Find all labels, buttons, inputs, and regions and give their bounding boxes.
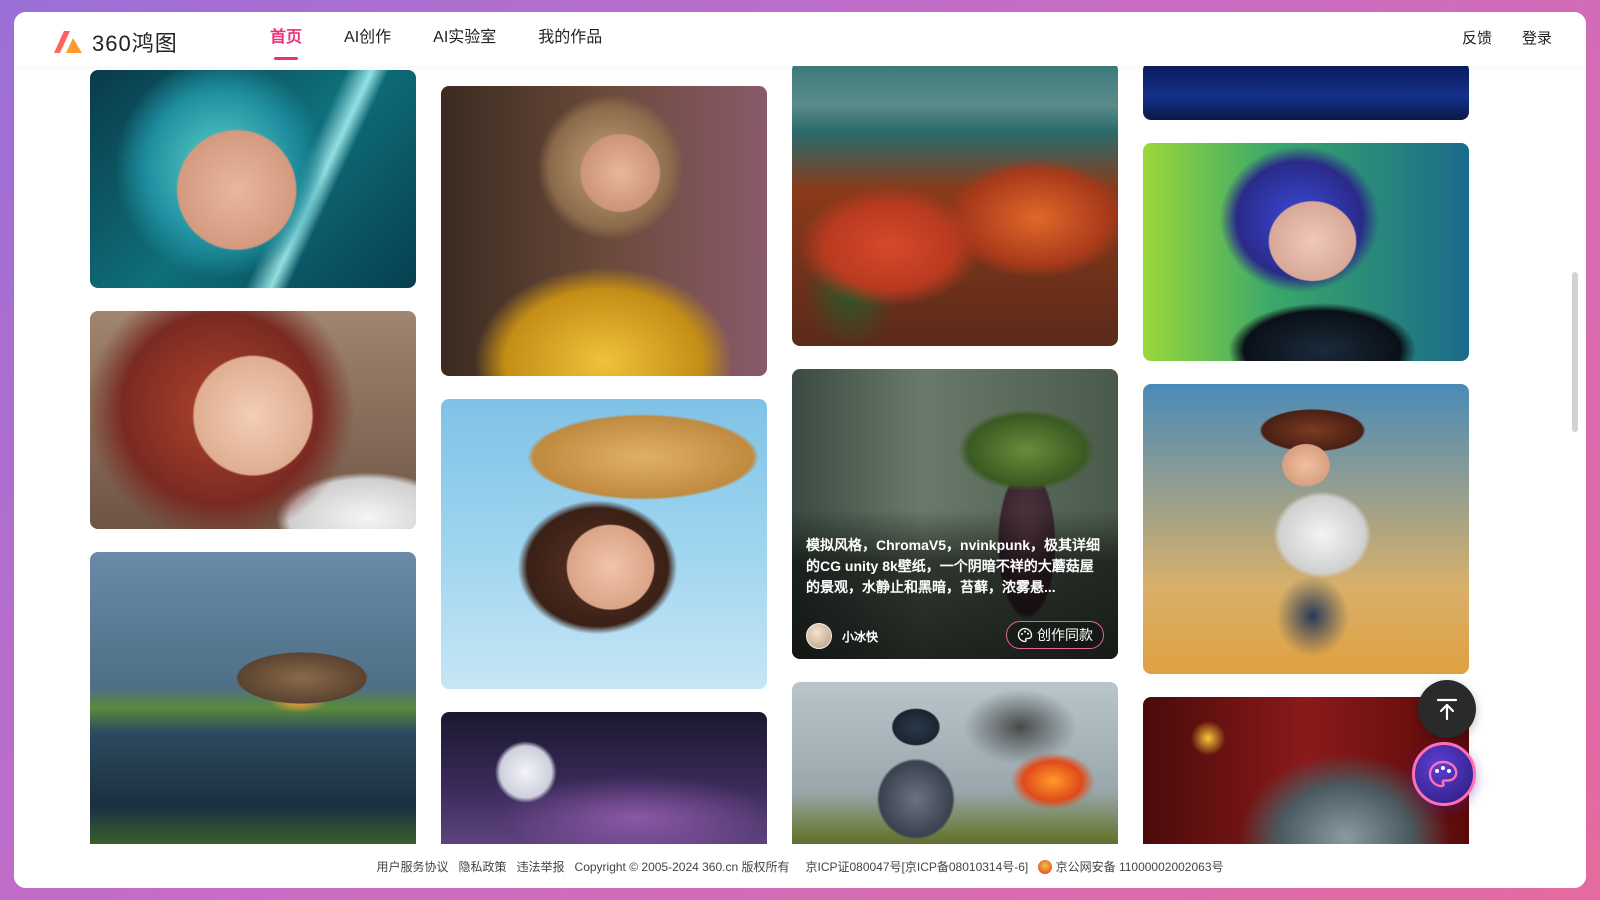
feedback-link[interactable]: 反馈 xyxy=(1462,12,1492,66)
gallery-card-mushroom-house[interactable]: 模拟风格，ChromaV5，nvinkpunk，极其详细的CG unity 8k… xyxy=(792,369,1118,659)
gallery-card-moon-night[interactable] xyxy=(441,712,767,844)
gallery-card-hut-pond[interactable] xyxy=(90,552,416,844)
back-to-top-button[interactable] xyxy=(1418,680,1476,738)
create-same-button[interactable]: 创作同款 xyxy=(1006,621,1104,649)
app-window: 360鸿图 首页 AI创作 AI实验室 我的作品 反馈 登录 模拟风格，Chro… xyxy=(14,12,1586,888)
create-same-label: 创作同款 xyxy=(1037,627,1093,643)
main-nav: 首页 AI创作 AI实验室 我的作品 xyxy=(270,12,644,66)
moon-night-image xyxy=(441,712,767,844)
arrow-up-icon xyxy=(1436,698,1458,721)
top-header: 360鸿图 首页 AI创作 AI实验室 我的作品 反馈 登录 xyxy=(14,12,1586,66)
hut-pond-image xyxy=(90,552,416,844)
astronaut-image xyxy=(792,682,1118,844)
cowgirl-image xyxy=(1143,384,1469,674)
nav-ai-lab[interactable]: AI实验室 xyxy=(433,12,496,66)
gallery-card-cowgirl[interactable] xyxy=(1143,384,1469,674)
autumn-forest-image xyxy=(792,66,1118,346)
police-badge-icon xyxy=(1038,860,1053,875)
brand-logo[interactable]: 360鸿图 xyxy=(52,26,178,58)
footer-copyright: Copyright © 2005-2024 360.cn 版权所有 xyxy=(574,859,790,874)
footer-link-privacy[interactable]: 隐私政策 xyxy=(459,858,507,875)
gallery-card-golden-dress[interactable] xyxy=(441,86,767,376)
author-name: 小冰快 xyxy=(842,629,879,644)
footer-icp[interactable]: 京ICP证080047号[京ICP备08010314号-6] xyxy=(805,858,1028,875)
redhair-girl-image xyxy=(90,311,416,529)
image-gallery: 模拟风格，ChromaV5，nvinkpunk，极其详细的CG unity 8k… xyxy=(14,66,1586,844)
gallery-card-blue-sky[interactable] xyxy=(1143,66,1469,120)
logo-mark-icon xyxy=(54,31,82,53)
nav-home[interactable]: 首页 xyxy=(270,12,302,66)
author-avatar xyxy=(806,623,832,649)
gallery-card-autumn-forest[interactable] xyxy=(792,66,1118,346)
footer-link-report[interactable]: 违法举报 xyxy=(517,858,565,875)
page-scrollbar[interactable] xyxy=(1572,72,1580,832)
ai-assistant-button[interactable] xyxy=(1412,742,1476,806)
gallery-card-bluehair-girl[interactable] xyxy=(1143,143,1469,361)
bluehair-girl-image xyxy=(1143,143,1469,361)
login-link[interactable]: 登录 xyxy=(1522,12,1552,66)
brand-name: 360鸿图 xyxy=(92,31,178,56)
straw-hat-image xyxy=(441,399,767,689)
scroll-thumb[interactable] xyxy=(1572,272,1578,432)
gallery-card-redhair-girl[interactable] xyxy=(90,311,416,529)
footer-police-text: 京公网安备 11000002002063号 xyxy=(1055,859,1224,874)
gallery-card-teal-girl[interactable] xyxy=(90,70,416,288)
teal-girl-image xyxy=(90,70,416,288)
header-actions: 反馈 登录 xyxy=(1462,12,1552,66)
nav-my-works[interactable]: 我的作品 xyxy=(538,12,602,66)
palette-icon xyxy=(1428,760,1458,788)
author-info: 小冰快 xyxy=(806,623,878,649)
gallery-card-straw-hat[interactable] xyxy=(441,399,767,689)
nav-ai-create[interactable]: AI创作 xyxy=(344,12,391,66)
page-footer: 用户服务协议 隐私政策 违法举报 Copyright © 2005-2024 3… xyxy=(14,844,1586,888)
footer-police[interactable]: 京公网安备 11000002002063号 xyxy=(1038,858,1224,875)
palette-icon xyxy=(1017,627,1033,643)
card-hover-overlay: 模拟风格，ChromaV5，nvinkpunk，极其详细的CG unity 8k… xyxy=(792,509,1118,659)
golden-dress-image xyxy=(441,86,767,376)
prompt-description: 模拟风格，ChromaV5，nvinkpunk，极其详细的CG unity 8k… xyxy=(806,537,1101,595)
gallery-card-astronaut[interactable] xyxy=(792,682,1118,844)
blue-sky-image xyxy=(1143,66,1469,120)
footer-link-terms[interactable]: 用户服务协议 xyxy=(376,858,448,875)
